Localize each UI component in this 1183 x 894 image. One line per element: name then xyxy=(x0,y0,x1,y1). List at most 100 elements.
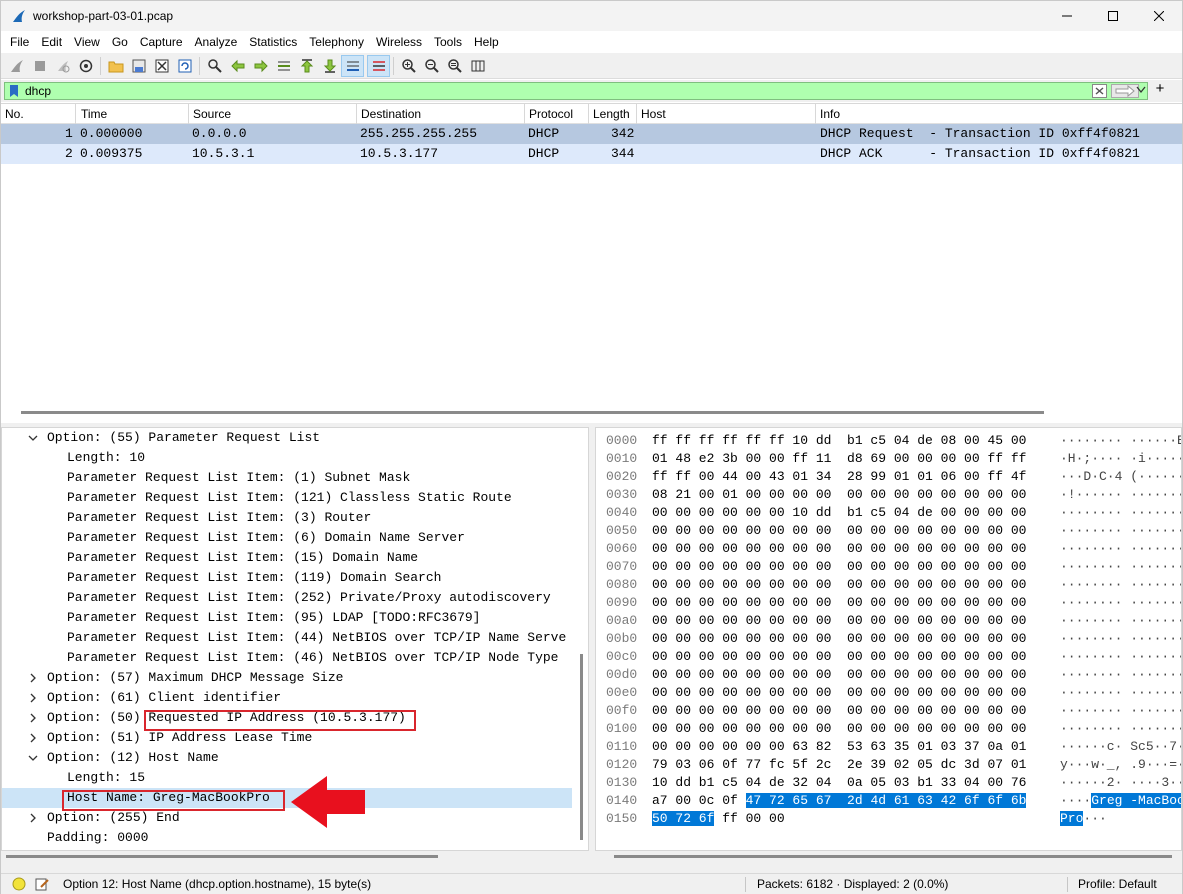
hex-row[interactable]: 0010 01 48 e2 3b 00 00 ff 11 d8 69 00 00 … xyxy=(596,450,1181,468)
hex-row[interactable]: 00b0 00 00 00 00 00 00 00 00 00 00 00 00 … xyxy=(596,630,1181,648)
resize-columns-button[interactable] xyxy=(466,55,489,77)
expert-info-yellow-icon[interactable] xyxy=(12,877,26,891)
go-back-button[interactable] xyxy=(226,55,249,77)
close-window-button[interactable] xyxy=(1136,1,1182,31)
hex-row[interactable]: 0060 00 00 00 00 00 00 00 00 00 00 00 00 … xyxy=(596,540,1181,558)
column-header-protocol[interactable]: Protocol xyxy=(525,104,589,124)
hex-row[interactable]: 00c0 00 00 00 00 00 00 00 00 00 00 00 00 … xyxy=(596,648,1181,666)
menu-edit[interactable]: Edit xyxy=(35,31,68,53)
column-header-info[interactable]: Info xyxy=(816,104,1182,124)
tree-node[interactable]: Option: (255) End xyxy=(2,808,572,828)
filter-bookmark-button[interactable] xyxy=(7,83,21,99)
hex-row[interactable]: 0130 10 dd b1 c5 04 de 32 04 0a 05 03 b1 … xyxy=(596,774,1181,792)
column-header-time[interactable]: Time xyxy=(77,104,189,124)
tree-leaf[interactable]: Parameter Request List Item: (121) Class… xyxy=(2,488,572,508)
hex-row[interactable]: 0100 00 00 00 00 00 00 00 00 00 00 00 00 … xyxy=(596,720,1181,738)
start-capture-button[interactable] xyxy=(5,55,28,77)
column-header-source[interactable]: Source xyxy=(189,104,357,124)
tree-leaf[interactable]: Padding: 0000 xyxy=(2,828,572,848)
menu-telephony[interactable]: Telephony xyxy=(303,31,370,53)
hex-row[interactable]: 0150 50 72 6f ff 00 00 Pro··· xyxy=(596,810,1181,828)
capture-options-button[interactable] xyxy=(74,55,97,77)
hex-row[interactable]: 0120 79 03 06 0f 77 fc 5f 2c 2e 39 02 05 … xyxy=(596,756,1181,774)
tree-leaf[interactable]: Parameter Request List Item: (3) Router xyxy=(2,508,572,528)
colorize-button[interactable] xyxy=(367,54,390,77)
chevron-right-icon[interactable] xyxy=(28,733,38,743)
apply-filter-arrow-icon[interactable] xyxy=(1111,84,1139,98)
menu-wireless[interactable]: Wireless xyxy=(370,31,428,53)
zoom-in-button[interactable] xyxy=(397,55,420,77)
clear-filter-icon[interactable] xyxy=(1092,84,1107,98)
edit-comment-icon[interactable] xyxy=(35,877,49,891)
add-filter-button[interactable]: + xyxy=(1153,80,1167,97)
packet-row[interactable]: 1 0.000000 0.0.0.0 255.255.255.255 DHCP … xyxy=(1,124,1182,144)
reload-file-button[interactable] xyxy=(173,55,196,77)
chevron-right-icon[interactable] xyxy=(28,813,38,823)
tree-node[interactable]: Option: (57) Maximum DHCP Message Size xyxy=(2,668,572,688)
tree-leaf[interactable]: Parameter Request List Item: (95) LDAP [… xyxy=(2,608,572,628)
hex-row[interactable]: 0000 ff ff ff ff ff ff 10 dd b1 c5 04 de … xyxy=(596,432,1181,450)
first-packet-button[interactable] xyxy=(295,55,318,77)
menu-analyze[interactable]: Analyze xyxy=(189,31,244,53)
menu-go[interactable]: Go xyxy=(106,31,134,53)
chevron-down-icon[interactable] xyxy=(28,433,38,443)
tree-leaf[interactable]: Length: 10 xyxy=(2,448,572,468)
hex-row[interactable]: 00f0 00 00 00 00 00 00 00 00 00 00 00 00 … xyxy=(596,702,1181,720)
hex-row[interactable]: 00d0 00 00 00 00 00 00 00 00 00 00 00 00 … xyxy=(596,666,1181,684)
tree-leaf[interactable]: Parameter Request List Item: (6) Domain … xyxy=(2,528,572,548)
details-hscrollbar[interactable] xyxy=(6,855,438,858)
tree-node[interactable]: Option: (51) IP Address Lease Time xyxy=(2,728,572,748)
maximize-button[interactable] xyxy=(1090,1,1136,31)
column-header-destination[interactable]: Destination xyxy=(357,104,525,124)
save-file-button[interactable] xyxy=(127,55,150,77)
tree-leaf[interactable]: Parameter Request List Item: (1) Subnet … xyxy=(2,468,572,488)
close-file-button[interactable] xyxy=(150,55,173,77)
tree-leaf[interactable]: Parameter Request List Item: (15) Domain… xyxy=(2,548,572,568)
tree-node[interactable]: Option: (61) Client identifier xyxy=(2,688,572,708)
menu-file[interactable]: File xyxy=(4,31,35,53)
tree-leaf[interactable]: Parameter Request List Item: (119) Domai… xyxy=(2,568,572,588)
find-packet-button[interactable] xyxy=(203,55,226,77)
tree-leaf[interactable]: Length: 15 xyxy=(2,768,572,788)
hex-row[interactable]: 0090 00 00 00 00 00 00 00 00 00 00 00 00 … xyxy=(596,594,1181,612)
last-packet-button[interactable] xyxy=(318,55,341,77)
chevron-right-icon[interactable] xyxy=(28,673,38,683)
chevron-right-icon[interactable] xyxy=(28,693,38,703)
tree-node[interactable]: Option: (55) Parameter Request List xyxy=(2,428,572,448)
tree-leaf[interactable]: Parameter Request List Item: (252) Priva… xyxy=(2,588,572,608)
menu-help[interactable]: Help xyxy=(468,31,505,53)
hex-row[interactable]: 0070 00 00 00 00 00 00 00 00 00 00 00 00 … xyxy=(596,558,1181,576)
stop-capture-button[interactable] xyxy=(28,55,51,77)
tree-leaf[interactable]: Parameter Request List Item: (46) NetBIO… xyxy=(2,648,572,668)
filter-history-dropdown-icon[interactable] xyxy=(1136,86,1146,94)
hex-row[interactable]: 00a0 00 00 00 00 00 00 00 00 00 00 00 00 … xyxy=(596,612,1181,630)
display-filter-input[interactable] xyxy=(25,83,1075,99)
chevron-down-icon[interactable] xyxy=(28,753,38,763)
details-vscrollbar[interactable] xyxy=(580,654,583,840)
tree-node[interactable]: Option: (12) Host Name xyxy=(2,748,572,768)
hex-row[interactable]: 0110 00 00 00 00 00 00 63 82 53 63 35 01 … xyxy=(596,738,1181,756)
autoscroll-button[interactable] xyxy=(341,54,364,77)
go-forward-button[interactable] xyxy=(249,55,272,77)
menu-capture[interactable]: Capture xyxy=(134,31,189,53)
menu-tools[interactable]: Tools xyxy=(428,31,468,53)
tree-leaf[interactable]: Parameter Request List Item: (44) NetBIO… xyxy=(2,628,572,648)
zoom-normal-button[interactable] xyxy=(443,55,466,77)
column-header-host[interactable]: Host xyxy=(637,104,816,124)
hex-row[interactable]: 0040 00 00 00 00 00 00 10 dd b1 c5 04 de … xyxy=(596,504,1181,522)
hex-row[interactable]: 0140 a7 00 0c 0f 47 72 65 67 2d 4d 61 63 … xyxy=(596,792,1181,810)
hex-row[interactable]: 0080 00 00 00 00 00 00 00 00 00 00 00 00 … xyxy=(596,576,1181,594)
minimize-button[interactable] xyxy=(1044,1,1090,31)
column-header-no[interactable]: No. xyxy=(1,104,76,124)
zoom-out-button[interactable] xyxy=(420,55,443,77)
hex-row[interactable]: 0050 00 00 00 00 00 00 00 00 00 00 00 00 … xyxy=(596,522,1181,540)
restart-capture-button[interactable] xyxy=(51,55,74,77)
open-file-button[interactable] xyxy=(104,55,127,77)
bytes-hscrollbar[interactable] xyxy=(614,855,1172,858)
column-header-length[interactable]: Length xyxy=(589,104,637,124)
packet-row[interactable]: 2 0.009375 10.5.3.1 10.5.3.177 DHCP 344 … xyxy=(1,144,1182,164)
go-to-packet-button[interactable] xyxy=(272,55,295,77)
menu-view[interactable]: View xyxy=(68,31,106,53)
status-profile[interactable]: Profile: Default xyxy=(1078,877,1157,891)
hex-row[interactable]: 00e0 00 00 00 00 00 00 00 00 00 00 00 00 … xyxy=(596,684,1181,702)
